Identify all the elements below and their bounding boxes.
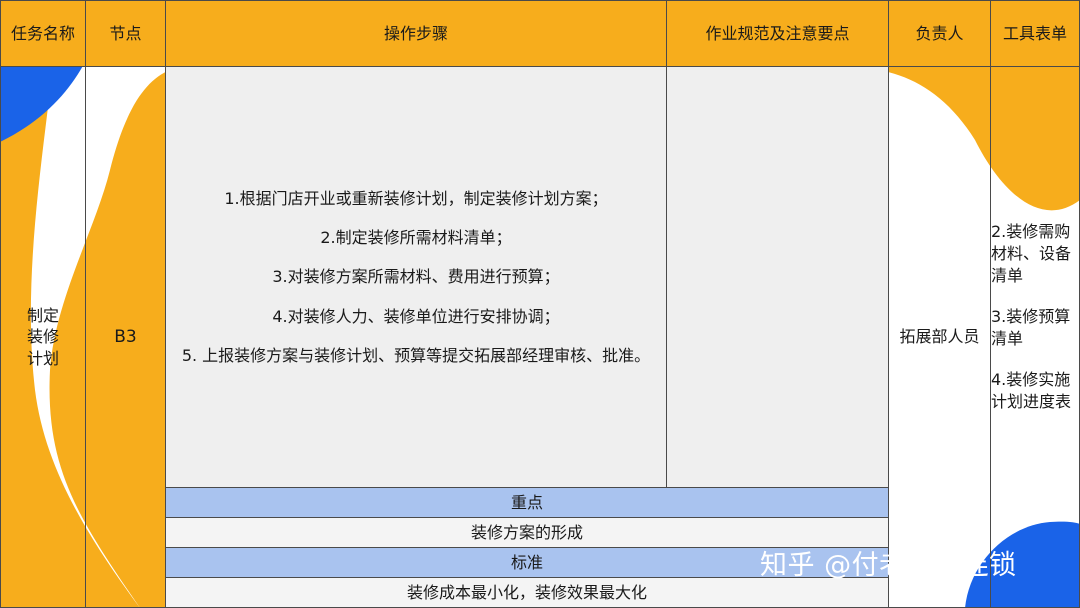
step-item: 3.对装修方案所需材料、费用进行预算； bbox=[272, 267, 560, 287]
node-cell: B3 bbox=[85, 66, 166, 608]
header-node: 节点 bbox=[85, 0, 166, 67]
steps-cell: 1.根据门店开业或重新装修计划，制定装修计划方案； 2.制定装修所需材料清单； … bbox=[165, 66, 667, 488]
task-name-cell: 制定 装修 计划 bbox=[0, 66, 86, 608]
zhihu-watermark: 知乎 @付老师谈连锁 bbox=[760, 550, 1017, 581]
header-owner: 负责人 bbox=[888, 0, 991, 67]
tool-item: 2.装修需购材料、设备清单 bbox=[991, 222, 1072, 285]
step-item: 4.对装修人力、装修单位进行安排协调； bbox=[272, 306, 560, 326]
header-steps: 操作步骤 bbox=[165, 0, 667, 67]
step-item: 5. 上报装修方案与装修计划、预算等提交拓展部经理审核、批准。 bbox=[181, 345, 651, 365]
task-table: 任务名称 节点 操作步骤 作业规范及注意要点 负责人 工具表单 制定 装修 计划… bbox=[0, 0, 1080, 608]
tool-item: 4.装修实施计划进度表 bbox=[991, 370, 1072, 411]
tools-cell: 2.装修需购材料、设备清单 3.装修预算清单 4.装修实施计划进度表 bbox=[990, 66, 1080, 608]
spec-cell bbox=[666, 66, 889, 488]
key-point-label: 重点 bbox=[165, 487, 889, 518]
step-item: 1.根据门店开业或重新装修计划，制定装修计划方案； bbox=[224, 189, 608, 209]
header-task-name: 任务名称 bbox=[0, 0, 86, 67]
header-spec: 作业规范及注意要点 bbox=[666, 0, 889, 67]
owner-cell: 拓展部人员 bbox=[888, 66, 991, 608]
header-tools: 工具表单 bbox=[990, 0, 1080, 67]
tool-item: 3.装修预算清单 bbox=[991, 307, 1071, 348]
step-item: 2.制定装修所需材料清单； bbox=[320, 228, 512, 248]
